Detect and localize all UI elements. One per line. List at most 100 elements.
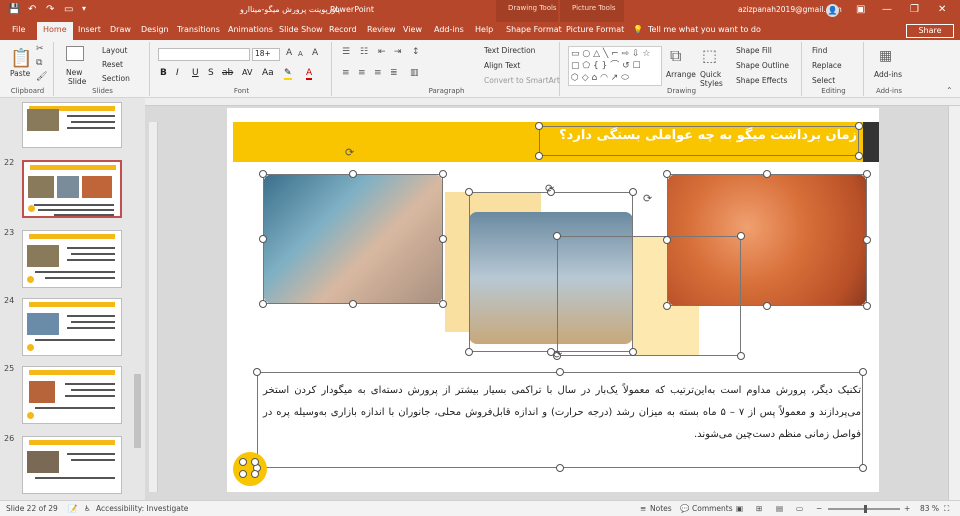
character-spacing-icon[interactable]: AV <box>242 68 252 77</box>
format-painter-icon[interactable]: 🖌 <box>36 72 47 82</box>
text-direction-button[interactable]: Text Direction <box>484 46 535 55</box>
slide-thumbnail[interactable] <box>22 230 122 288</box>
zoom-level[interactable]: 83 % <box>920 504 939 513</box>
strikethrough-icon[interactable]: ab <box>222 68 233 78</box>
underline-icon[interactable]: U <box>192 68 199 78</box>
tab-insert[interactable]: Insert <box>78 25 101 34</box>
decrease-font-icon[interactable]: A <box>298 50 303 58</box>
slide-sorter-icon[interactable]: ⊞ <box>756 504 762 513</box>
vertical-scrollbar[interactable] <box>948 106 960 500</box>
new-slide-icon[interactable] <box>66 46 84 61</box>
undo-icon[interactable]: ↶ <box>28 4 36 15</box>
accessibility-status[interactable]: Accessibility: Investigate <box>96 504 188 513</box>
spellcheck-icon[interactable]: 📝 <box>68 504 77 513</box>
slide-thumbnail[interactable] <box>22 436 122 494</box>
change-case-icon[interactable]: Aa <box>262 68 274 78</box>
tab-help[interactable]: Help <box>475 25 493 34</box>
rotate-handle-icon[interactable]: ⟳ <box>345 146 354 159</box>
tab-draw[interactable]: Draw <box>110 25 131 34</box>
close-icon[interactable]: ✕ <box>938 4 946 15</box>
reading-view-icon[interactable]: ▤ <box>776 504 783 513</box>
tab-slideshow[interactable]: Slide Show <box>279 25 323 34</box>
font-color-icon[interactable]: A <box>306 68 313 80</box>
body-text[interactable]: تکنیک دیگر، پرورش مداوم است به‌این‌ترتیب… <box>263 380 861 468</box>
select-button[interactable]: Select <box>812 76 835 85</box>
tab-transitions[interactable]: Transitions <box>177 25 220 34</box>
cut-icon[interactable]: ✂ <box>36 44 44 54</box>
quick-styles-button[interactable]: Quick <box>700 70 721 79</box>
decrease-indent-icon[interactable]: ⇤ <box>378 47 386 57</box>
redo-icon[interactable]: ↷ <box>46 4 54 15</box>
tab-record[interactable]: Record <box>329 25 357 34</box>
tab-view[interactable]: View <box>403 25 422 34</box>
tab-shape-format[interactable]: Shape Format <box>506 25 562 34</box>
slide-thumbnail-selected[interactable] <box>22 160 122 218</box>
arrange-button[interactable]: Arrange <box>666 70 696 79</box>
rotate-handle-icon[interactable]: ⟳ <box>643 192 652 205</box>
slide-thumbnail[interactable] <box>22 366 122 424</box>
new-slide-button[interactable]: New <box>66 68 82 77</box>
slide-thumbnail[interactable] <box>22 102 122 148</box>
tab-review[interactable]: Review <box>367 25 396 34</box>
addins-button[interactable]: Add-ins <box>874 70 902 79</box>
font-size-combo[interactable]: 18+ <box>252 48 280 61</box>
paste-icon[interactable]: 📋 <box>10 48 32 69</box>
normal-view-icon[interactable]: ▣ <box>736 504 743 513</box>
align-center-icon[interactable]: ≡ <box>358 68 366 78</box>
columns-icon[interactable]: ▥ <box>410 68 419 78</box>
tab-picture-format[interactable]: Picture Format <box>566 25 624 34</box>
start-slideshow-icon[interactable]: ▭ <box>64 4 73 15</box>
tell-me-search[interactable]: Tell me what you want to do <box>648 25 761 34</box>
justify-icon[interactable]: ≣ <box>390 68 398 78</box>
tab-animations[interactable]: Animations <box>228 25 273 34</box>
addins-icon[interactable]: ▦ <box>879 48 892 64</box>
zoom-out-icon[interactable]: − <box>816 504 822 513</box>
clear-formatting-icon[interactable]: A <box>312 48 318 58</box>
highlight-icon[interactable]: ✎ <box>284 68 292 80</box>
zoom-slider-thumb[interactable] <box>864 505 867 513</box>
shapes-gallery[interactable]: ▭ ○ △ ╲ ⌐ ⇨ ⇩ ☆ ▢ ⬠ { } ⌒ ↺ ☐ ⬡ ◇ ⌂ ◠ ↗ ⬭ <box>568 46 662 86</box>
tab-file[interactable]: File <box>12 25 25 34</box>
arrange-icon[interactable]: ⧉ <box>670 46 681 66</box>
shape-fill-button[interactable]: Shape Fill <box>736 46 772 55</box>
tab-design[interactable]: Design <box>141 25 169 34</box>
line-spacing-icon[interactable]: ↕ <box>412 47 420 57</box>
find-button[interactable]: Find <box>812 46 827 55</box>
paste-button[interactable]: Paste <box>10 69 30 78</box>
zoom-in-icon[interactable]: + <box>904 504 910 513</box>
replace-button[interactable]: Replace <box>812 61 842 70</box>
align-right-icon[interactable]: ≡ <box>374 68 382 78</box>
rotate-handle-icon[interactable]: ⟳ <box>545 182 554 195</box>
tab-home[interactable]: Home <box>37 22 73 40</box>
minimize-icon[interactable]: — <box>882 4 892 15</box>
quick-access-dropdown-icon[interactable]: ▾ <box>82 4 86 13</box>
avatar[interactable]: 👤 <box>826 4 839 17</box>
increase-font-icon[interactable]: A <box>286 48 292 58</box>
shape-effects-button[interactable]: Shape Effects <box>736 76 787 85</box>
numbering-icon[interactable]: ☷ <box>360 47 368 57</box>
shape-outline-button[interactable]: Shape Outline <box>736 61 789 70</box>
slideshow-view-icon[interactable]: ▭ <box>796 504 803 513</box>
quick-styles-icon[interactable]: ⬚ <box>702 46 717 65</box>
tab-addins[interactable]: Add-ins <box>434 25 464 34</box>
font-name-combo[interactable] <box>158 48 250 61</box>
share-button[interactable]: Share <box>906 24 954 38</box>
slide-thumbnail[interactable] <box>22 298 122 356</box>
bullets-icon[interactable]: ☰ <box>342 47 350 57</box>
italic-icon[interactable]: I <box>176 68 179 78</box>
rotate-handle-icon[interactable]: ⟳ <box>553 348 562 361</box>
notes-button[interactable]: Notes <box>650 504 672 513</box>
reset-button[interactable]: Reset <box>102 60 123 69</box>
layout-button[interactable]: Layout <box>102 46 128 55</box>
align-text-button[interactable]: Align Text <box>484 61 520 70</box>
align-left-icon[interactable]: ≡ <box>342 68 350 78</box>
fit-slide-icon[interactable]: ⛶ <box>944 504 949 514</box>
comments-button[interactable]: Comments <box>692 504 733 513</box>
increase-indent-icon[interactable]: ⇥ <box>394 47 402 57</box>
collapse-ribbon-icon[interactable]: ⌃ <box>946 86 953 95</box>
restore-icon[interactable]: ❐ <box>910 4 919 15</box>
copy-icon[interactable]: ⧉ <box>36 58 42 68</box>
convert-smartart-button[interactable]: Convert to SmartArt <box>484 76 560 85</box>
save-icon[interactable]: 💾 <box>8 4 20 15</box>
ribbon-display-options-icon[interactable]: ▣ <box>856 4 865 15</box>
